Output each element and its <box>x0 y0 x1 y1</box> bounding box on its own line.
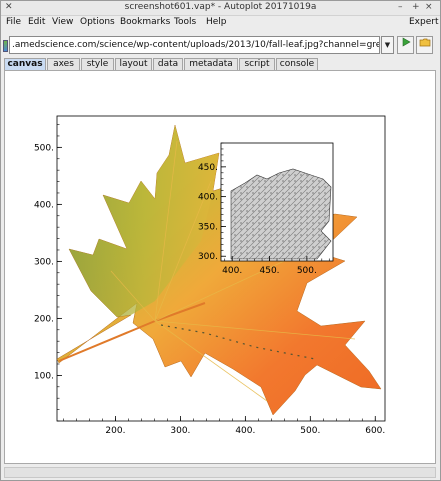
tab-script[interactable]: script <box>239 58 275 70</box>
canvas-panel[interactable]: 200. 300. 400. 500. 600. 100. 200. 300. 400. 500.… <box>4 70 436 464</box>
main-y-tick-label: 500. <box>34 143 54 153</box>
url-input[interactable]: .amedscience.com/science/wp-content/uplo… <box>9 36 380 54</box>
chevron-down-icon: ▼ <box>384 41 391 49</box>
title-bar: ✕ screenshot601.vap* - Autoplot 20171019… <box>1 1 440 16</box>
greyscale-leaf-image <box>230 168 332 260</box>
menu-tools[interactable]: Tools <box>174 17 196 27</box>
tab-metadata[interactable]: metadata <box>184 58 238 70</box>
minimize-button[interactable]: – <box>398 2 403 12</box>
menu-edit[interactable]: Edit <box>28 17 45 27</box>
menu-view[interactable]: View <box>52 17 73 27</box>
main-x-tick-label: 400. <box>235 426 255 436</box>
plot-canvas[interactable]: 200. 300. 400. 500. 600. 100. 200. 300. 400. 500.… <box>5 71 435 463</box>
main-y-tick-label: 300. <box>34 257 54 267</box>
data-source-icon <box>3 40 8 52</box>
main-x-tick-label: 300. <box>170 426 190 436</box>
play-icon <box>402 37 411 47</box>
main-y-tick-label: 400. <box>34 200 54 210</box>
tab-layout[interactable]: layout <box>115 58 152 70</box>
maximize-button[interactable]: + <box>412 2 420 12</box>
folder-icon <box>419 38 430 47</box>
plot-button[interactable] <box>397 36 414 54</box>
inset-x-tick-label: 400. <box>222 266 242 276</box>
tab-axes[interactable]: axes <box>47 58 80 70</box>
expert-mode-toggle[interactable]: Expert <box>409 17 439 27</box>
menu-options[interactable]: Options <box>80 17 115 27</box>
menu-bar: File Edit View Options Bookmarks Tools H… <box>1 15 440 29</box>
url-history-dropdown[interactable]: ▼ <box>381 36 394 54</box>
menu-help[interactable]: Help <box>206 17 227 27</box>
main-x-tick-label: 200. <box>105 426 125 436</box>
menu-bookmarks[interactable]: Bookmarks <box>120 17 170 27</box>
inset-y-tick-label: 300. <box>198 252 218 262</box>
window-title: screenshot601.vap* - Autoplot 20171019a <box>124 2 317 12</box>
tab-data[interactable]: data <box>153 58 183 70</box>
menu-file[interactable]: File <box>6 17 21 27</box>
inset-y-tick-label: 450. <box>198 163 218 173</box>
url-bar: .amedscience.com/science/wp-content/uplo… <box>1 35 440 57</box>
main-y-tick-label: 200. <box>34 314 54 324</box>
main-x-tick-label: 500. <box>300 426 320 436</box>
main-y-tick-label: 100. <box>34 371 54 381</box>
browse-button[interactable] <box>416 36 433 54</box>
tab-canvas[interactable]: canvas <box>4 58 46 70</box>
tab-style[interactable]: style <box>81 58 114 70</box>
tab-console[interactable]: console <box>276 58 318 70</box>
inset-x-tick-label: 450. <box>260 266 280 276</box>
app-window: ✕ screenshot601.vap* - Autoplot 20171019… <box>0 0 441 481</box>
main-x-tick-label: 600. <box>365 426 385 436</box>
inset-plot <box>220 142 334 262</box>
inset-y-tick-label: 400. <box>198 193 218 203</box>
inset-y-tick-label: 350. <box>198 222 218 232</box>
close-button[interactable]: × <box>425 2 433 12</box>
inset-x-tick-label: 500. <box>297 266 317 276</box>
status-bar <box>4 467 436 478</box>
